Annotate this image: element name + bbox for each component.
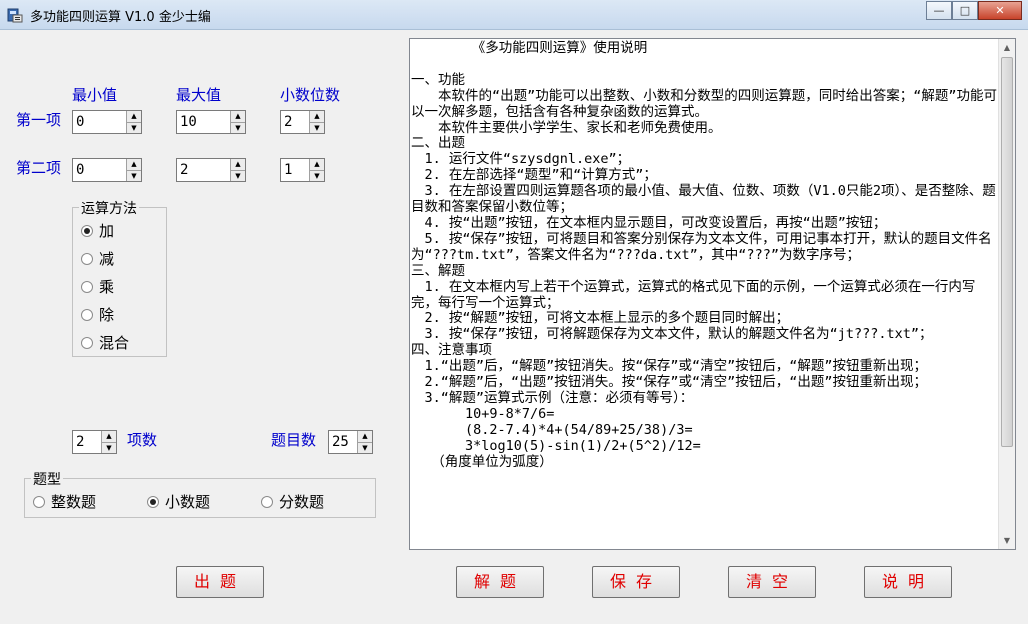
spin-down-icon[interactable]: ▼ — [358, 442, 372, 453]
radio-selected-icon[interactable] — [81, 224, 93, 237]
count-value[interactable]: 2 — [73, 431, 101, 453]
item1-min-value[interactable]: 0 — [73, 111, 126, 133]
solve-button[interactable]: 解题 — [456, 566, 544, 598]
spin-up-icon[interactable]: ▲ — [310, 111, 324, 123]
count-label: 项数 — [127, 431, 158, 449]
questions-label: 题目数 — [271, 431, 317, 449]
item1-max-value[interactable]: 10 — [177, 111, 230, 133]
item1-decimals-value[interactable]: 2 — [281, 111, 309, 133]
radio-icon[interactable] — [81, 252, 93, 265]
item2-decimals-spinner[interactable]: 1 ▲ ▼ — [280, 158, 325, 182]
clear-button[interactable]: 清空 — [728, 566, 816, 598]
question-type-group-title: 题型 — [31, 469, 63, 489]
questions-spinner[interactable]: 25 ▲ ▼ — [328, 430, 373, 454]
radio-icon[interactable] — [81, 280, 93, 293]
spin-up-icon[interactable]: ▲ — [231, 111, 245, 123]
window-title: 多功能四则运算 V1.0 金少士编 — [30, 10, 211, 25]
operation-option-subtract[interactable]: 减 — [81, 248, 114, 269]
spin-up-icon[interactable]: ▲ — [102, 431, 116, 443]
radio-selected-icon[interactable] — [147, 495, 159, 508]
minimize-button[interactable]: — — [926, 1, 952, 20]
question-type-group: 题型 整数题 小数题 分数题 — [24, 469, 376, 518]
type-option-integer[interactable]: 整数题 — [33, 491, 96, 512]
spin-down-icon[interactable]: ▼ — [127, 122, 141, 133]
spin-up-icon[interactable]: ▲ — [310, 159, 324, 171]
radio-icon[interactable] — [261, 495, 273, 508]
spin-down-icon[interactable]: ▼ — [231, 170, 245, 181]
type-option-fraction[interactable]: 分数题 — [261, 491, 324, 512]
questions-value[interactable]: 25 — [329, 431, 357, 453]
radio-icon[interactable] — [81, 336, 93, 349]
item2-min-value[interactable]: 0 — [73, 159, 126, 181]
spin-down-icon[interactable]: ▼ — [127, 170, 141, 181]
generate-button[interactable]: 出题 — [176, 566, 264, 598]
count-spinner[interactable]: 2 ▲ ▼ — [72, 430, 117, 454]
type-option-decimal[interactable]: 小数题 — [147, 491, 210, 512]
radio-icon[interactable] — [81, 308, 93, 321]
radio-icon[interactable] — [33, 495, 45, 508]
decimals-header: 小数位数 — [280, 86, 341, 104]
item1-max-spinner[interactable]: 10 ▲ ▼ — [176, 110, 246, 134]
operation-option-mixed[interactable]: 混合 — [81, 332, 129, 353]
item2-max-value[interactable]: 2 — [177, 159, 230, 181]
item1-min-spinner[interactable]: 0 ▲ ▼ — [72, 110, 142, 134]
spin-up-icon[interactable]: ▲ — [127, 159, 141, 171]
spin-down-icon[interactable]: ▼ — [102, 442, 116, 453]
item1-decimals-spinner[interactable]: 2 ▲ ▼ — [280, 110, 325, 134]
instructions-text[interactable]: 《多功能四则运算》使用说明 一、功能 本软件的“出题”功能可以出整数、小数和分数… — [411, 40, 997, 470]
operation-option-add[interactable]: 加 — [81, 220, 114, 241]
maximize-button[interactable]: □ — [952, 1, 978, 20]
scroll-down-icon[interactable]: ▼ — [999, 532, 1015, 549]
max-header: 最大值 — [176, 86, 222, 104]
main-window: 最小值 最大值 小数位数 第一项 0 ▲ ▼ 10 ▲ ▼ 2 ▲ ▼ 第二项 0 ▲… — [8, 30, 1020, 618]
spin-down-icon[interactable]: ▼ — [310, 170, 324, 181]
item1-label: 第一项 — [16, 111, 62, 129]
instructions-textarea[interactable]: 《多功能四则运算》使用说明 一、功能 本软件的“出题”功能可以出整数、小数和分数… — [409, 38, 1016, 550]
scrollbar-thumb[interactable] — [1001, 57, 1013, 447]
item2-min-spinner[interactable]: 0 ▲ ▼ — [72, 158, 142, 182]
save-button[interactable]: 保存 — [592, 566, 680, 598]
spin-up-icon[interactable]: ▲ — [127, 111, 141, 123]
calculator-icon — [7, 8, 23, 23]
min-header: 最小值 — [72, 86, 118, 104]
help-button[interactable]: 说明 — [864, 566, 952, 598]
spin-down-icon[interactable]: ▼ — [310, 122, 324, 133]
spin-down-icon[interactable]: ▼ — [231, 122, 245, 133]
operation-group: 运算方法 加 减 乘 除 混合 — [72, 198, 167, 357]
operation-option-divide[interactable]: 除 — [81, 304, 114, 325]
item2-decimals-value[interactable]: 1 — [281, 159, 309, 181]
close-button[interactable]: ✕ — [978, 1, 1022, 20]
vertical-scrollbar[interactable]: ▲ ▼ — [998, 39, 1015, 549]
title-bar: 多功能四则运算 V1.0 金少士编 — □ ✕ — [0, 0, 1028, 30]
spin-up-icon[interactable]: ▲ — [358, 431, 372, 443]
item2-label: 第二项 — [16, 159, 62, 177]
scroll-up-icon[interactable]: ▲ — [999, 39, 1015, 56]
item2-max-spinner[interactable]: 2 ▲ ▼ — [176, 158, 246, 182]
spin-up-icon[interactable]: ▲ — [231, 159, 245, 171]
operation-option-multiply[interactable]: 乘 — [81, 276, 114, 297]
operation-group-title: 运算方法 — [79, 198, 139, 218]
